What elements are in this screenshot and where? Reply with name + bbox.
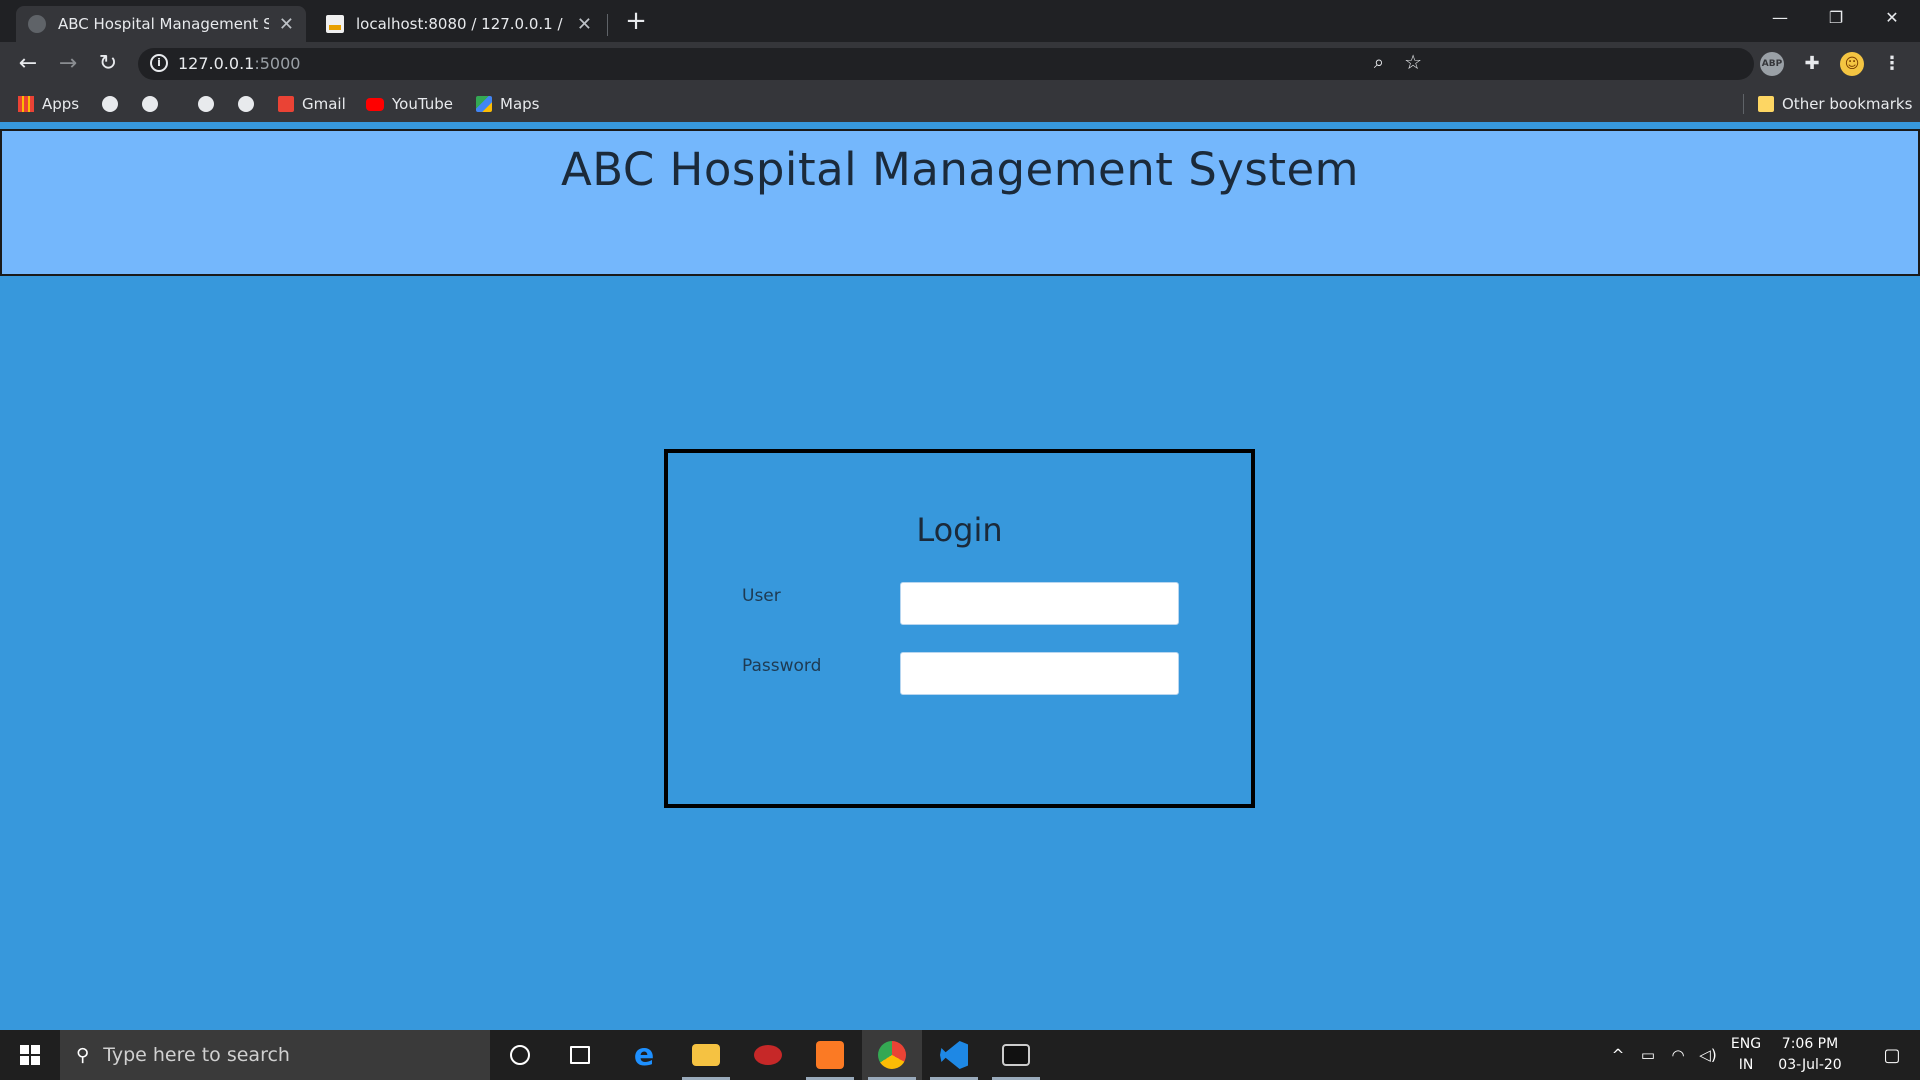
restore-button[interactable]: ❐ [1808,0,1864,36]
tab-title: ABC Hospital Management Syste [58,15,269,33]
zoom-icon[interactable]: ⌕ [1374,52,1384,73]
search-icon: ⚲ [76,1044,90,1066]
bookmark-globe-2[interactable] [142,94,166,114]
globe-icon [198,96,214,112]
tab-strip: ABC Hospital Management Syste ✕ localhos… [0,0,1920,42]
minimize-button[interactable]: — [1752,0,1808,36]
search-placeholder: Type here to search [103,1044,290,1066]
system-clock[interactable]: 7:06 PM 03-Jul-20 [1768,1034,1852,1076]
clock-date: 03-Jul-20 [1778,1057,1842,1073]
lang-code: ENG [1730,1036,1762,1052]
password-input[interactable] [900,652,1179,695]
url-text: 127.0.0.1:5000 [178,54,300,73]
bookmark-label: Maps [500,95,540,113]
page-title: ABC Hospital Management System [560,143,1360,196]
taskbar-chrome[interactable] [862,1030,922,1080]
bookmarks-bar: Apps Gmail YouTube Maps Other bookmarks [0,86,1920,122]
taskbar-search[interactable]: ⚲ Type here to search [60,1030,490,1080]
bookmark-maps[interactable]: Maps [476,94,539,114]
info-icon[interactable]: i [150,54,168,72]
extensions-icon[interactable]: ✚ [1800,52,1824,76]
taskbar-terminal[interactable] [986,1030,1046,1080]
phpmyadmin-icon [326,15,344,33]
adblock-extension-icon[interactable]: ABP [1760,52,1784,76]
login-heading: Login [916,511,1003,549]
taskbar-xampp[interactable] [800,1030,860,1080]
profile-avatar[interactable]: ☺ [1840,52,1864,76]
password-label: Password [742,656,822,676]
forward-button[interactable]: → [54,50,82,78]
notifications-button[interactable]: ▢ [1864,1030,1920,1080]
folder-icon [692,1044,720,1066]
input-language[interactable]: ENG IN [1726,1034,1766,1076]
bookmark-globe-4[interactable] [238,94,262,114]
browser-toolbar: ← → ↻ i 127.0.0.1:5000 ⌕ ☆ [0,42,1920,86]
tab-divider [607,14,608,36]
chrome-menu-icon[interactable]: ⋮ [1880,52,1904,76]
chrome-icon [878,1041,906,1069]
lang-region: IN [1738,1057,1754,1073]
taskbar: ⚲ Type here to search e ^ ▭ ◠ ◁) ENG IN [0,1030,1920,1080]
page-viewport: ABC Hospital Management System Login Use… [0,122,1920,1030]
cortana-button[interactable] [490,1030,550,1080]
bookmark-other[interactable]: Other bookmarks [1758,94,1912,114]
site-header: ABC Hospital Management System [0,129,1920,276]
user-label: User [742,586,781,606]
globe-icon [102,96,118,112]
url-port: :5000 [254,54,301,73]
close-icon[interactable]: ✕ [577,14,592,35]
battery-icon[interactable]: ▭ [1636,1030,1660,1080]
taskbar-app-red[interactable] [738,1030,798,1080]
tab-phpmyadmin[interactable]: localhost:8080 / 127.0.0.1 / hospi ✕ [314,6,604,42]
bookmark-globe-3[interactable] [198,94,222,114]
clock-time: 7:06 PM [1781,1036,1839,1052]
app-icon [754,1045,782,1065]
vscode-icon [940,1041,968,1069]
folder-icon [1758,96,1774,112]
gmail-icon [278,96,294,112]
bookmark-label: Other bookmarks [1782,95,1913,113]
windows-logo-icon [20,1045,40,1065]
url-host: 127.0.0.1 [178,54,255,73]
bookmark-star-icon[interactable]: ☆ [1404,50,1422,74]
tab-title: localhost:8080 / 127.0.0.1 / hospi [356,15,567,33]
cortana-icon [510,1045,530,1065]
bookmark-globe-1[interactable] [102,94,126,114]
tab-hospital[interactable]: ABC Hospital Management Syste ✕ [16,6,306,42]
close-icon[interactable]: ✕ [279,14,294,35]
globe-icon [142,96,158,112]
login-form: Login User Password [664,449,1255,808]
window-close-button[interactable]: ✕ [1864,0,1920,36]
xampp-icon [816,1041,844,1069]
bookmark-gmail[interactable]: Gmail [278,94,346,114]
terminal-icon [1002,1044,1030,1066]
taskbar-edge[interactable]: e [614,1030,674,1080]
taskbar-vscode[interactable] [924,1030,984,1080]
taskbar-file-explorer[interactable] [676,1030,736,1080]
new-tab-button[interactable]: + [622,6,650,36]
volume-icon[interactable]: ◁) [1696,1030,1720,1080]
bookmarks-divider [1743,94,1744,114]
task-view-button[interactable] [550,1030,610,1080]
globe-icon [238,96,254,112]
bookmark-label: YouTube [392,95,453,113]
youtube-icon [366,97,384,111]
maps-icon [476,96,492,112]
reload-button[interactable]: ↻ [94,50,122,78]
back-button[interactable]: ← [14,50,42,78]
task-view-icon [570,1046,590,1064]
bookmark-label: Apps [42,95,80,113]
apps-grid-icon [18,96,34,112]
globe-icon [28,15,46,33]
show-hidden-icons-button[interactable]: ^ [1606,1030,1630,1080]
bookmark-label: Gmail [302,95,346,113]
notification-icon: ▢ [1883,1044,1901,1066]
start-button[interactable] [0,1030,60,1080]
wifi-icon[interactable]: ◠ [1666,1030,1690,1080]
edge-icon: e [633,1037,655,1073]
bookmark-youtube[interactable]: YouTube [366,94,453,114]
user-input[interactable] [900,582,1179,625]
address-bar[interactable]: i 127.0.0.1:5000 ⌕ ☆ [138,48,1754,80]
bookmark-apps[interactable]: Apps [18,94,79,114]
